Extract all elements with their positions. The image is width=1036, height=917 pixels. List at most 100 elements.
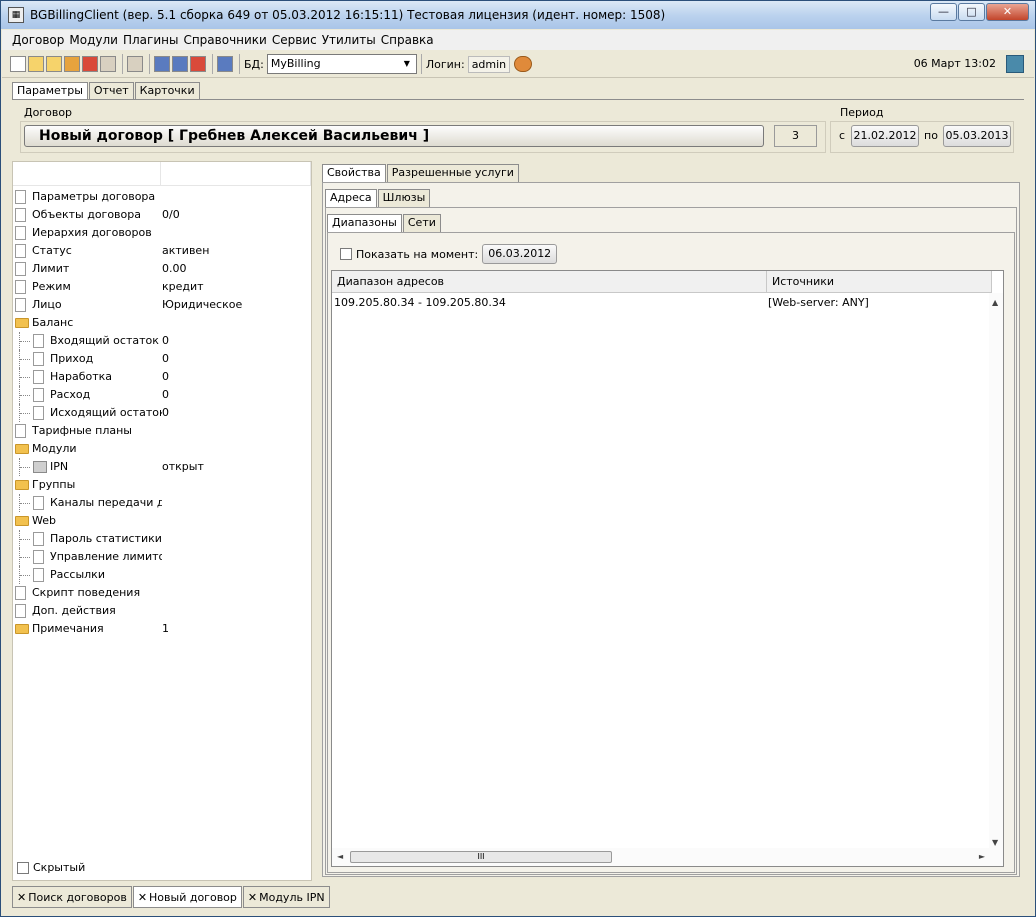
toolbar-separator (212, 54, 213, 74)
tree-item[interactable]: Лицо Юридическое (13, 296, 311, 314)
tab-contract-search[interactable]: ✕ Поиск договоров (12, 886, 132, 908)
tree-header-col[interactable] (161, 162, 311, 186)
tab-ipn-module[interactable]: ✕ Модуль IPN (242, 886, 330, 908)
tree-item[interactable]: Группы (13, 476, 311, 494)
tree-item[interactable]: Управление лимитом (13, 548, 311, 566)
close-icon[interactable]: ✕ (248, 891, 257, 904)
menu-help[interactable]: Справка (381, 33, 434, 47)
tree-item[interactable]: Рассылки (13, 566, 311, 584)
tab-addresses[interactable]: Адреса (325, 189, 377, 207)
column-header-range[interactable]: Диапазон адресов (332, 271, 767, 293)
cell-sources[interactable]: [Web-server: ANY] (766, 294, 991, 311)
show-moment-checkbox[interactable] (340, 248, 352, 260)
tab-ranges[interactable]: Диапазоны (327, 214, 402, 232)
open-recent-icon[interactable] (46, 56, 62, 72)
tree-item[interactable]: Web (13, 512, 311, 530)
logout-icon[interactable] (514, 56, 533, 72)
delete-icon[interactable] (82, 56, 98, 72)
menu-contract[interactable]: Договор (12, 33, 64, 47)
menu-utilities[interactable]: Утилиты (322, 33, 376, 47)
tree-item[interactable]: Скрипт поведения (13, 584, 311, 602)
tree-item[interactable]: Режим кредит (13, 278, 311, 296)
folder-icon (15, 516, 29, 526)
tree-connector (19, 548, 20, 566)
tree-item[interactable]: Параметры договора (13, 188, 311, 206)
scroll-left-icon[interactable]: ◄ (337, 852, 343, 861)
copy-icon[interactable] (127, 56, 143, 72)
new-document-icon[interactable] (10, 56, 26, 72)
table-icon[interactable] (64, 56, 80, 72)
menu-bar: Договор Модули Плагины Справочники Серви… (2, 30, 1034, 50)
tree-header-col[interactable] (13, 162, 161, 186)
doc-icon (15, 586, 26, 600)
tab-new-contract[interactable]: ✕ Новый договор (132, 886, 242, 908)
doc-icon (15, 262, 26, 276)
exit-icon[interactable] (1006, 55, 1024, 73)
tree-item[interactable]: Лимит 0.00 (13, 260, 311, 278)
maximize-button[interactable]: □ (958, 3, 985, 21)
undo-icon[interactable] (100, 56, 116, 72)
cell-range[interactable]: 109.205.80.34 - 109.205.80.34 (332, 294, 765, 311)
period-to-button[interactable]: 05.03.2013 (943, 125, 1011, 147)
tab-gateways[interactable]: Шлюзы (377, 189, 431, 207)
tree-item[interactable]: Объекты договора 0/0 (13, 206, 311, 224)
tab-networks[interactable]: Сети (402, 214, 441, 232)
scroll-right-icon[interactable]: ► (979, 852, 985, 861)
tree-item[interactable]: Статус активен (13, 242, 311, 260)
tree-item[interactable]: Примечания 1 (13, 620, 311, 638)
tree-item[interactable]: Каналы передачи дан (13, 494, 311, 512)
close-icon[interactable]: ✕ (138, 891, 147, 904)
minimize-button[interactable]: — (930, 3, 957, 21)
menu-plugins[interactable]: Плагины (123, 33, 178, 47)
refresh-icon[interactable] (217, 56, 233, 72)
tree-item[interactable]: Расход 0 (13, 386, 311, 404)
scroll-up-icon[interactable]: ▲ (992, 298, 998, 307)
period-from-button[interactable]: 21.02.2012 (851, 125, 919, 147)
close-button[interactable]: ✕ (986, 3, 1029, 21)
tree-item[interactable]: Тарифные планы (13, 422, 311, 440)
tree-item-label: Каналы передачи дан (50, 496, 162, 509)
tree-item[interactable]: Модули (13, 440, 311, 458)
scroll-down-icon[interactable]: ▼ (992, 838, 998, 847)
hidden-checkbox-row[interactable]: Скрытый (17, 861, 85, 874)
remove-user-icon[interactable] (190, 56, 206, 72)
menu-modules[interactable]: Модули (69, 33, 118, 47)
tree-item[interactable]: Пароль статистики (13, 530, 311, 548)
tree-item[interactable]: Исходящий остаток 0 (13, 404, 311, 422)
menu-directories[interactable]: Справочники (183, 33, 266, 47)
close-icon[interactable]: ✕ (17, 891, 26, 904)
menu-service[interactable]: Сервис (272, 33, 317, 47)
edit-user-icon[interactable] (172, 56, 188, 72)
main-tabs: Параметры Отчет Карточки (12, 82, 201, 100)
package-icon (33, 461, 47, 473)
open-folder-icon[interactable] (28, 56, 44, 72)
tree-connector (19, 494, 20, 512)
add-user-icon[interactable] (154, 56, 170, 72)
horizontal-scrollbar[interactable]: ◄ III ► (332, 848, 1003, 866)
tree-item[interactable]: Иерархия договоров (13, 224, 311, 242)
tree-connector (20, 341, 30, 342)
tab-properties[interactable]: Свойства (322, 164, 386, 182)
vertical-scrollbar[interactable]: ▲ ▼ (989, 293, 1003, 849)
folder-icon (15, 444, 29, 454)
tree-item[interactable]: Доп. действия (13, 602, 311, 620)
scroll-thumb[interactable]: III (350, 851, 612, 863)
tree-item[interactable]: Баланс (13, 314, 311, 332)
tab-parameters[interactable]: Параметры (12, 82, 88, 100)
tree-item-value: активен (162, 244, 210, 257)
db-select-value: MyBilling (270, 57, 321, 70)
show-moment-date-button[interactable]: 06.03.2012 (482, 244, 558, 264)
tab-report[interactable]: Отчет (88, 82, 134, 100)
tree-item-value: 0 (162, 334, 169, 347)
toolbar-separator (420, 54, 422, 74)
hidden-checkbox[interactable] (17, 861, 29, 874)
tree-item[interactable]: Наработка 0 (13, 368, 311, 386)
db-select[interactable]: MyBilling ▼ (266, 54, 417, 74)
chevron-down-icon[interactable]: ▼ (400, 56, 414, 72)
tree-item[interactable]: Входящий остаток 0 (13, 332, 311, 350)
tree-item[interactable]: IPN открыт (13, 458, 311, 476)
tab-allowed-services[interactable]: Разрешенные услуги (386, 164, 519, 182)
column-header-sources[interactable]: Источники (767, 271, 992, 293)
tree-item[interactable]: Приход 0 (13, 350, 311, 368)
tab-cards[interactable]: Карточки (134, 82, 200, 100)
